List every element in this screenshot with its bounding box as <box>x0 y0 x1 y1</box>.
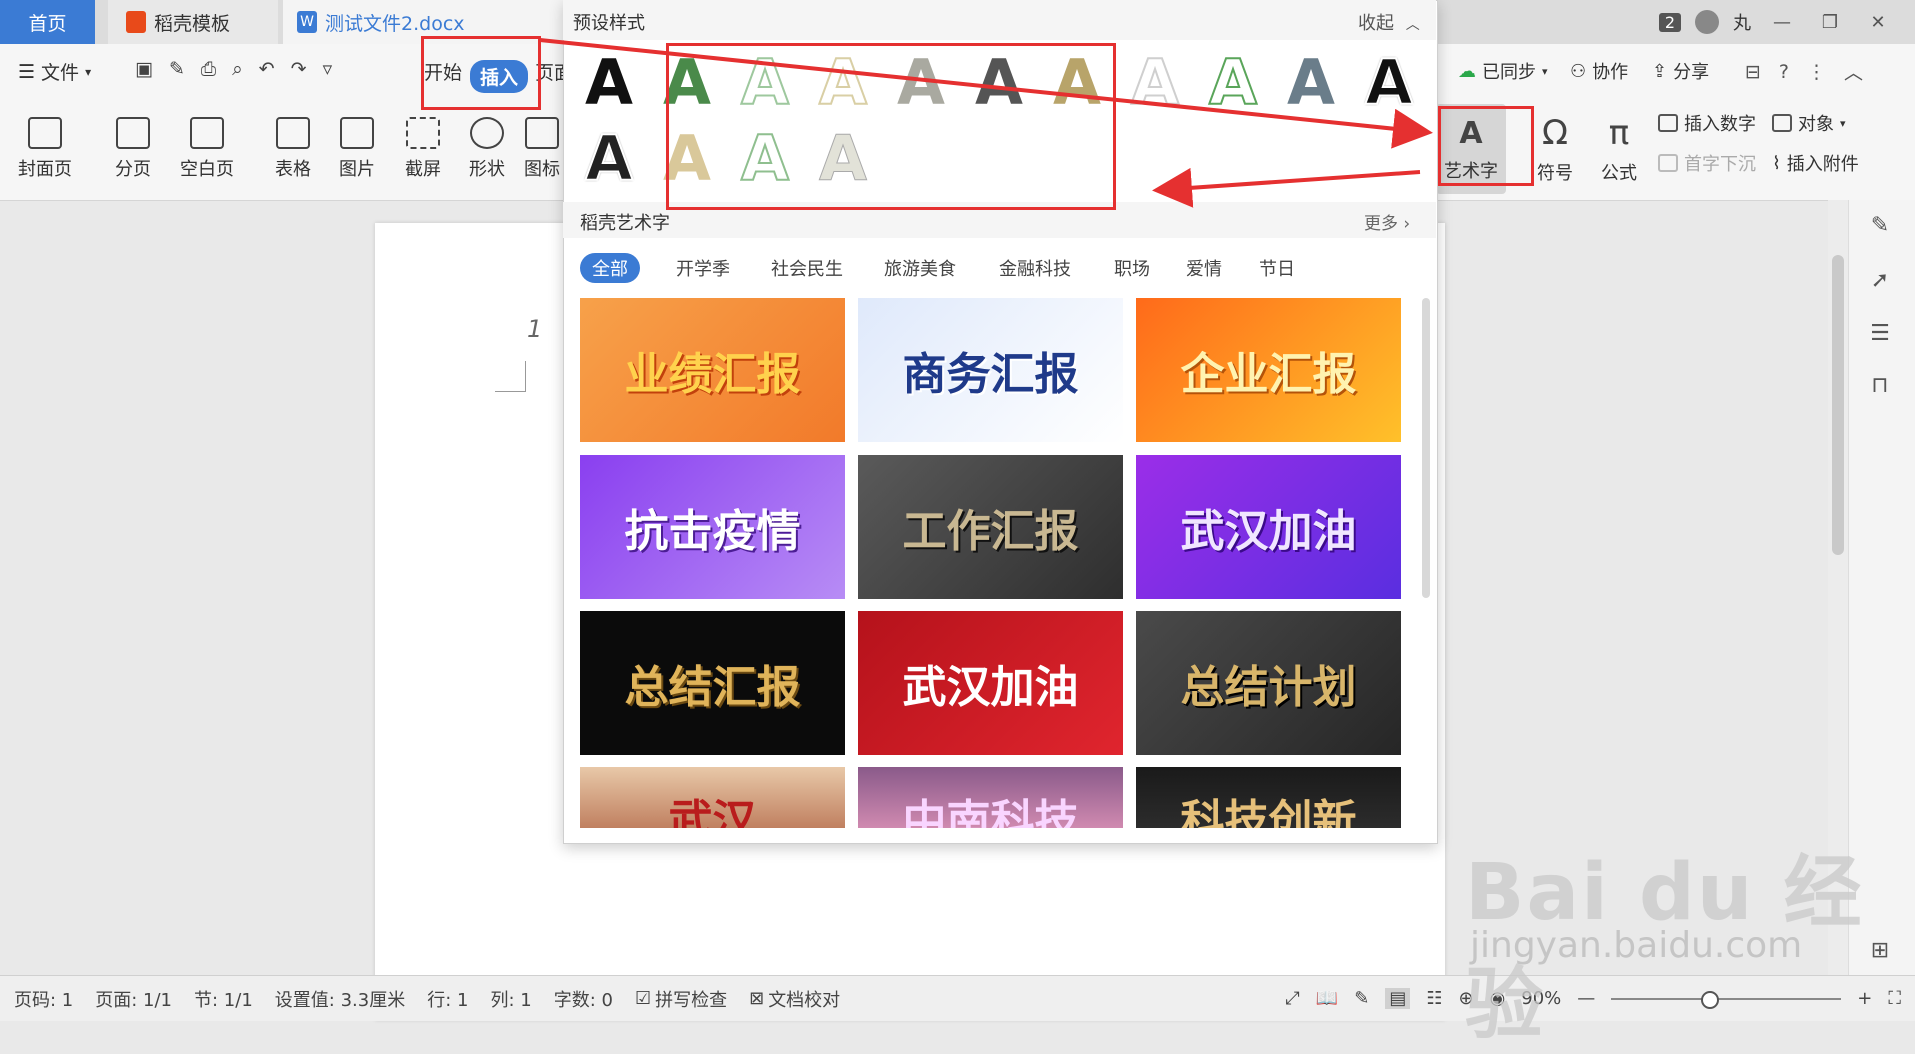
annotation-arrow-to-wordart <box>539 38 1433 149</box>
baidu-jingyan-watermark-url: jingyan.baidu.com <box>1470 925 1803 966</box>
annotation-arrow-to-presets <box>1152 167 1421 208</box>
